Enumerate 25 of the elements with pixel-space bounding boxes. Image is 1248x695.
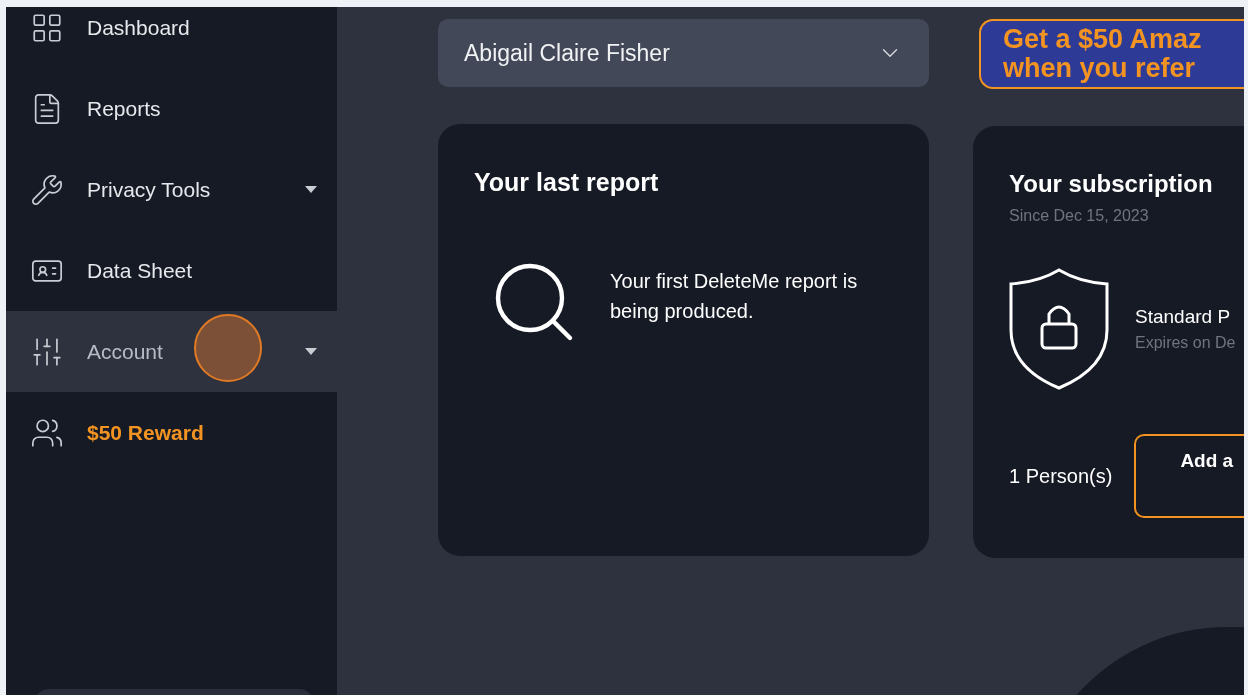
sidebar-label: Data Sheet [87, 257, 193, 284]
wrench-icon [30, 172, 64, 207]
profile-select[interactable]: Abigail Claire Fisher [438, 19, 929, 87]
person-count: 1 Person(s) [1009, 464, 1113, 489]
banner-text: Get a $50 Amaz [1003, 25, 1203, 54]
sidebar-label: $50 Reward [87, 419, 204, 446]
since-date: Since Dec 15, 2023 [1009, 206, 1150, 226]
sidebar-label: Dashboard [87, 14, 190, 41]
sidebar-item[interactable]: Reports [6, 68, 337, 149]
sidebar-item[interactable]: $50 Reward [6, 392, 337, 473]
plan-expiry: Expires on De [1135, 333, 1236, 354]
add-member-button[interactable]: Add a [1134, 434, 1244, 518]
sidebar-item[interactable]: Account [6, 311, 337, 392]
plan-name: Standard P [1135, 304, 1232, 329]
sidebar-label: Privacy Tools [87, 176, 211, 203]
sidebar-label: Reports [87, 95, 161, 122]
banner-text: when you refer [1003, 54, 1197, 83]
card-title: Your last report [474, 167, 660, 198]
shield-lock-icon [1009, 268, 1109, 390]
sidebar-item[interactable]: Data Sheet [6, 230, 337, 311]
sidebar-item[interactable]: Dashboard [6, 7, 337, 68]
report-message: Your first DeleteMe report is being produced. [610, 268, 859, 324]
sidebar-item[interactable]: Privacy Tools [6, 149, 337, 230]
sidebar-label: Account [87, 338, 163, 365]
card-title: Your subscription [1009, 169, 1214, 199]
